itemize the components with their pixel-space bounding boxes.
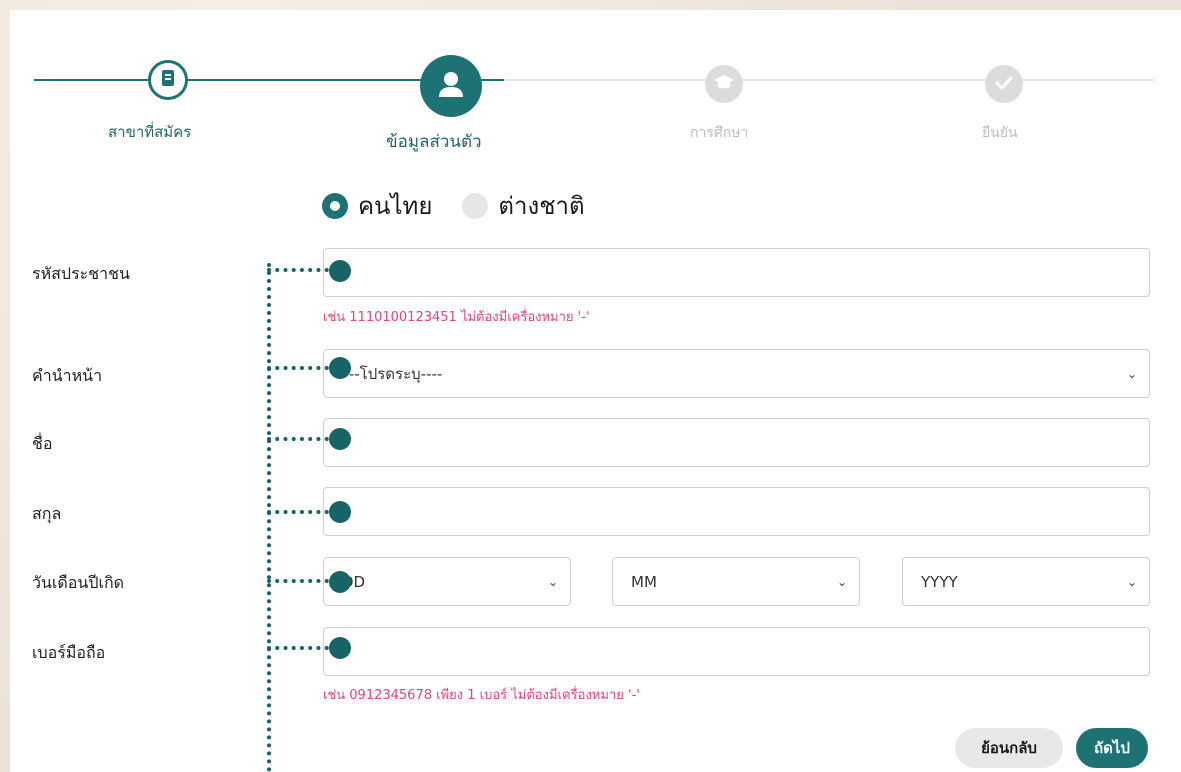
id-card-label: รหัสประชาชน (32, 264, 130, 283)
chevron-down-icon: ⌄ (547, 574, 558, 589)
step-1-branch[interactable] (148, 60, 188, 100)
dob-day-select[interactable]: DD ⌄ (323, 557, 571, 606)
annotation-marker (329, 637, 351, 659)
id-card-input[interactable] (323, 248, 1150, 297)
step-2-label: ข้อมูลส่วนตัว (386, 132, 482, 152)
dob-label: วันเดือนปีเกิด (32, 573, 125, 592)
chevron-down-icon: ⌄ (1126, 366, 1137, 381)
title-label: คำนำหน้า (32, 366, 103, 385)
firstname-input[interactable] (323, 418, 1150, 467)
radio-thai[interactable] (322, 192, 348, 219)
firstname-label: ชื่อ (32, 434, 53, 453)
annotation-marker (329, 357, 351, 379)
stepper-remaining-line (504, 79, 1154, 81)
chevron-down-icon: ⌄ (1126, 574, 1137, 589)
book-icon (160, 69, 176, 91)
annotation-connector (267, 579, 337, 583)
annotation-marker (329, 260, 351, 282)
annotation-connector (267, 268, 337, 272)
annotation-connector-vertical (267, 263, 271, 772)
annotation-marker (329, 501, 351, 523)
annotation-connector (267, 437, 337, 441)
annotation-connector (267, 646, 337, 650)
check-icon (995, 75, 1013, 94)
dob-month-select[interactable]: MM ⌄ (612, 557, 860, 606)
radio-thai-label: คนไทย (358, 192, 433, 220)
step-4-confirm[interactable] (985, 65, 1023, 103)
annotation-marker (329, 428, 351, 450)
graduation-cap-icon (713, 74, 735, 94)
step-3-education[interactable] (705, 65, 743, 103)
lastname-input[interactable] (323, 487, 1150, 536)
radio-foreign[interactable] (462, 192, 489, 219)
radio-foreign-label: ต่างชาติ (498, 192, 585, 220)
id-card-hint: เช่น 1110100123451 ไม่ต้องมีเครื่องหมาย … (323, 310, 590, 325)
step-4-label: ยืนยัน (982, 125, 1018, 141)
annotation-connector (267, 510, 337, 514)
phone-input[interactable] (323, 627, 1150, 676)
nationality-radio-group: คนไทย ต่างชาติ (322, 186, 585, 225)
annotation-marker (329, 571, 351, 593)
dob-year-select[interactable]: YYYY ⌄ (902, 557, 1150, 606)
dob-year-value: YYYY (921, 572, 958, 591)
annotation-connector (267, 366, 337, 370)
phone-label: เบอร์มือถือ (32, 643, 106, 662)
step-2-personal-info[interactable] (420, 55, 482, 117)
step-1-label: สาขาที่สมัคร (108, 123, 192, 141)
lastname-label: สกุล (32, 504, 62, 523)
back-button[interactable]: ย้อนกลับ (955, 728, 1063, 768)
dob-month-value: MM (631, 572, 657, 591)
next-button[interactable]: ถัดไป (1076, 728, 1148, 768)
user-icon (436, 69, 466, 103)
step-3-label: การศึกษา (690, 125, 749, 141)
title-select[interactable]: ----โปรดระบุ---- ⌄ (323, 349, 1150, 398)
chevron-down-icon: ⌄ (836, 574, 847, 589)
phone-hint: เช่น 0912345678 เพียง 1 เบอร์ ไม่ต้องมีเ… (323, 688, 640, 703)
title-select-value: ----โปรดระบุ---- (338, 364, 443, 383)
